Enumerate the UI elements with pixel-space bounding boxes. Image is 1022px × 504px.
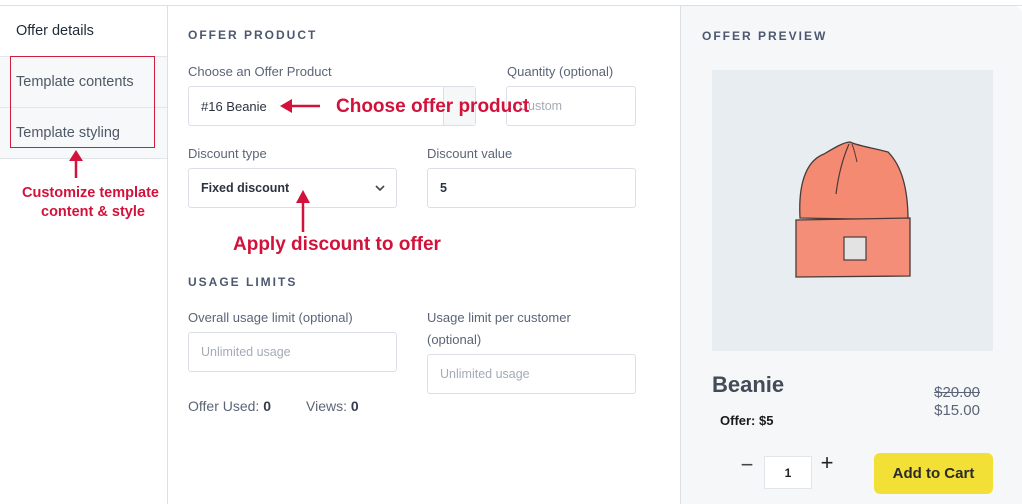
- annotation-customize-line2: content & style: [41, 204, 145, 220]
- overall-limit-placeholder: Unlimited usage: [201, 345, 291, 359]
- views-value: 0: [350, 398, 359, 414]
- discount-type-label: Discount type: [188, 146, 267, 161]
- views-label: Views:: [306, 398, 347, 414]
- add-to-cart-button[interactable]: Add to Cart: [874, 453, 993, 494]
- chevron-down-icon: [375, 185, 385, 192]
- overall-limit-input[interactable]: Unlimited usage: [188, 332, 397, 372]
- offer-used-stat: Offer Used: 0: [188, 398, 271, 414]
- offer-used-value: 0: [263, 398, 272, 414]
- annotation-arrow-up-icon: [69, 150, 83, 178]
- views-stat: Views: 0: [306, 398, 359, 414]
- per-customer-label-line2: (optional): [427, 332, 482, 347]
- decrease-quantity-button[interactable]: −: [737, 452, 757, 478]
- sidebar-item-offer-details[interactable]: Offer details: [0, 6, 167, 57]
- offer-preview-panel: OFFER PREVIEW Beanie Offer: $5 $20.00 $1…: [680, 6, 1022, 504]
- quantity-label: Quantity (optional): [507, 64, 614, 79]
- product-label: Choose an Offer Product: [188, 64, 332, 79]
- offer-used-label: Offer Used:: [188, 398, 260, 414]
- original-price: $20.00: [934, 384, 980, 401]
- offer-product-heading: OFFER PRODUCT: [188, 28, 318, 42]
- offer-price: $15.00: [934, 402, 980, 419]
- usage-limits-heading: USAGE LIMITS: [188, 275, 298, 289]
- annotation-customize-line1: Customize template: [22, 185, 159, 201]
- beanie-illustration-icon: [795, 141, 911, 278]
- discount-value-label: Discount value: [427, 146, 513, 161]
- offer-text: Offer: $5: [720, 413, 774, 428]
- product-name: Beanie: [712, 372, 785, 397]
- per-customer-placeholder: Unlimited usage: [440, 367, 530, 381]
- annotation-highlight-box: [10, 56, 155, 148]
- preview-quantity-input[interactable]: 1: [764, 456, 812, 489]
- annotation-arrow-left-icon: [280, 99, 320, 113]
- discount-type-select[interactable]: Fixed discount: [188, 168, 397, 208]
- annotation-arrow-up-icon: [296, 190, 310, 232]
- sidebar-item-label: Offer details: [16, 23, 94, 39]
- per-customer-label-line1: Usage limit per customer: [427, 310, 571, 325]
- discount-type-value: Fixed discount: [201, 181, 290, 195]
- product-value: #16 Beanie: [201, 98, 267, 114]
- offer-preview-heading: OFFER PREVIEW: [702, 29, 828, 43]
- annotation-apply-discount: Apply discount to offer: [233, 234, 441, 255]
- discount-value: 5: [440, 181, 447, 195]
- overall-limit-label: Overall usage limit (optional): [188, 310, 353, 325]
- product-image: [712, 70, 993, 351]
- per-customer-limit-input[interactable]: Unlimited usage: [427, 354, 636, 394]
- annotation-choose-product: Choose offer product: [336, 96, 530, 117]
- discount-value-input[interactable]: 5: [427, 168, 636, 208]
- increase-quantity-button[interactable]: +: [817, 450, 837, 476]
